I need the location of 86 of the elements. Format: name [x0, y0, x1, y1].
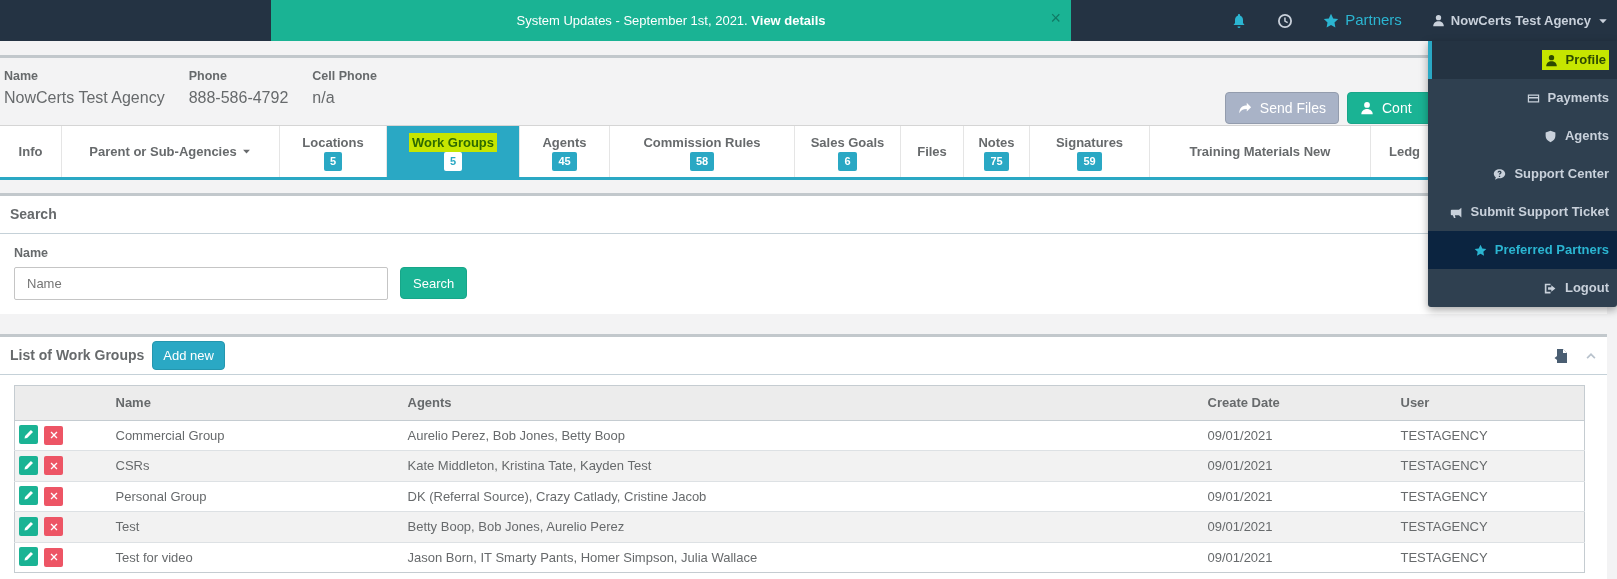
- field-value: NowCerts Test Agency: [4, 87, 165, 108]
- table-cell: CSRs: [109, 450, 402, 482]
- table-cell: Test: [109, 511, 402, 543]
- table-cell: 09/01/2021: [1201, 450, 1395, 482]
- delete-button[interactable]: [44, 486, 63, 506]
- tab[interactable]: Notes 75: [964, 126, 1030, 177]
- pencil-icon: [23, 459, 34, 471]
- pencil-icon: [23, 520, 34, 532]
- field-value: 888-586-4792: [188, 87, 289, 108]
- count-badge: 45: [552, 152, 577, 171]
- question-bubble-icon: [1493, 167, 1507, 181]
- menu-item[interactable]: Preferred Partners: [1428, 231, 1617, 269]
- delete-button[interactable]: [44, 425, 63, 445]
- user-menu[interactable]: NowCerts Test Agency: [1431, 10, 1609, 31]
- partners-link[interactable]: Partners: [1323, 9, 1402, 32]
- close-icon: [48, 491, 59, 502]
- sign-out-icon: [1543, 281, 1557, 295]
- name-input-field[interactable]: Name: [14, 266, 388, 300]
- megaphone-icon: [1449, 205, 1463, 219]
- tab[interactable]: Parent or Sub-Agencies: [62, 126, 280, 177]
- file-export-icon: [1553, 347, 1569, 364]
- table-cell: Test for video: [109, 542, 402, 573]
- field-label: Cell Phone: [312, 68, 377, 85]
- count-badge: 75: [984, 152, 1009, 171]
- close-icon: [48, 521, 59, 532]
- delete-button[interactable]: [44, 547, 63, 567]
- tab[interactable]: Signatures 59: [1030, 126, 1150, 177]
- field-value: n/a: [312, 87, 336, 108]
- tab[interactable]: Commission Rules 58: [610, 126, 795, 177]
- field-label: Name: [4, 68, 40, 85]
- shield-icon: [1543, 129, 1557, 143]
- tab[interactable]: Sales Goals 6: [795, 126, 901, 177]
- count-badge: 58: [689, 152, 715, 171]
- tab[interactable]: Files: [901, 126, 964, 177]
- star-icon: [1473, 243, 1487, 257]
- column-header: Create Date: [1201, 385, 1395, 421]
- menu-item[interactable]: Logout: [1428, 269, 1617, 307]
- delete-button[interactable]: [44, 517, 63, 537]
- field-label: Phone: [188, 68, 228, 85]
- edit-button[interactable]: [19, 486, 38, 506]
- edit-button[interactable]: [19, 425, 38, 445]
- edit-button[interactable]: [19, 516, 38, 536]
- delete-button[interactable]: [44, 456, 63, 476]
- table-cell: Jason Born, IT Smarty Pants, Homer Simpson, Julia Wallace: [401, 542, 1202, 573]
- edit-button[interactable]: [19, 455, 38, 475]
- table-cell: Betty Boop, Bob Jones, Aurelio Perez: [401, 511, 1202, 543]
- star-icon: [1323, 12, 1340, 29]
- menu-item[interactable]: Submit Support Ticket: [1428, 193, 1617, 231]
- close-icon: [48, 460, 59, 471]
- menu-item[interactable]: Support Center: [1428, 155, 1617, 193]
- table-cell: 09/01/2021: [1201, 542, 1395, 573]
- tab[interactable]: Info: [0, 126, 62, 177]
- close-icon: [48, 552, 59, 563]
- edit-button[interactable]: [19, 547, 38, 567]
- history-button[interactable]: [1277, 12, 1294, 29]
- table-cell: Kate Middleton, Kristina Tate, Kayden Test: [401, 450, 1202, 482]
- tab[interactable]: Agents 45: [520, 126, 610, 177]
- tab[interactable]: Training Materials New: [1150, 126, 1371, 177]
- export-button[interactable]: [1553, 347, 1569, 364]
- announcement-text: System Updates - September 1st, 2021. View details: [516, 11, 826, 30]
- table-cell: TESTAGENCY: [1394, 542, 1585, 573]
- pencil-icon: [23, 490, 34, 502]
- clock-icon: [1277, 12, 1294, 29]
- count-badge: 5: [443, 152, 463, 171]
- count-badge: 59: [1077, 152, 1102, 171]
- column-header: User: [1394, 385, 1585, 421]
- count-badge: 6: [838, 152, 857, 171]
- user-icon: [1360, 101, 1374, 115]
- table-cell: TESTAGENCY: [1394, 511, 1585, 543]
- tab[interactable]: Work Groups 5: [387, 126, 520, 177]
- table-cell: TESTAGENCY: [1394, 450, 1585, 482]
- panel-title: List of Work Groups: [10, 346, 145, 365]
- credit-card-icon: [1526, 91, 1540, 105]
- close-icon: [48, 430, 59, 441]
- count-badge: 5: [323, 152, 343, 171]
- column-header: Agents: [401, 385, 1202, 421]
- pencil-icon: [23, 551, 34, 563]
- share-icon: [1237, 101, 1252, 115]
- user-icon: [1544, 53, 1558, 67]
- table-cell: 09/01/2021: [1201, 511, 1395, 543]
- pencil-icon: [23, 429, 34, 441]
- add-new-button[interactable]: Add new: [152, 340, 225, 371]
- user-icon: [1431, 14, 1445, 27]
- field-label: Name: [14, 245, 49, 262]
- menu-item[interactable]: Profile: [1428, 41, 1617, 79]
- column-header: Name: [109, 385, 402, 421]
